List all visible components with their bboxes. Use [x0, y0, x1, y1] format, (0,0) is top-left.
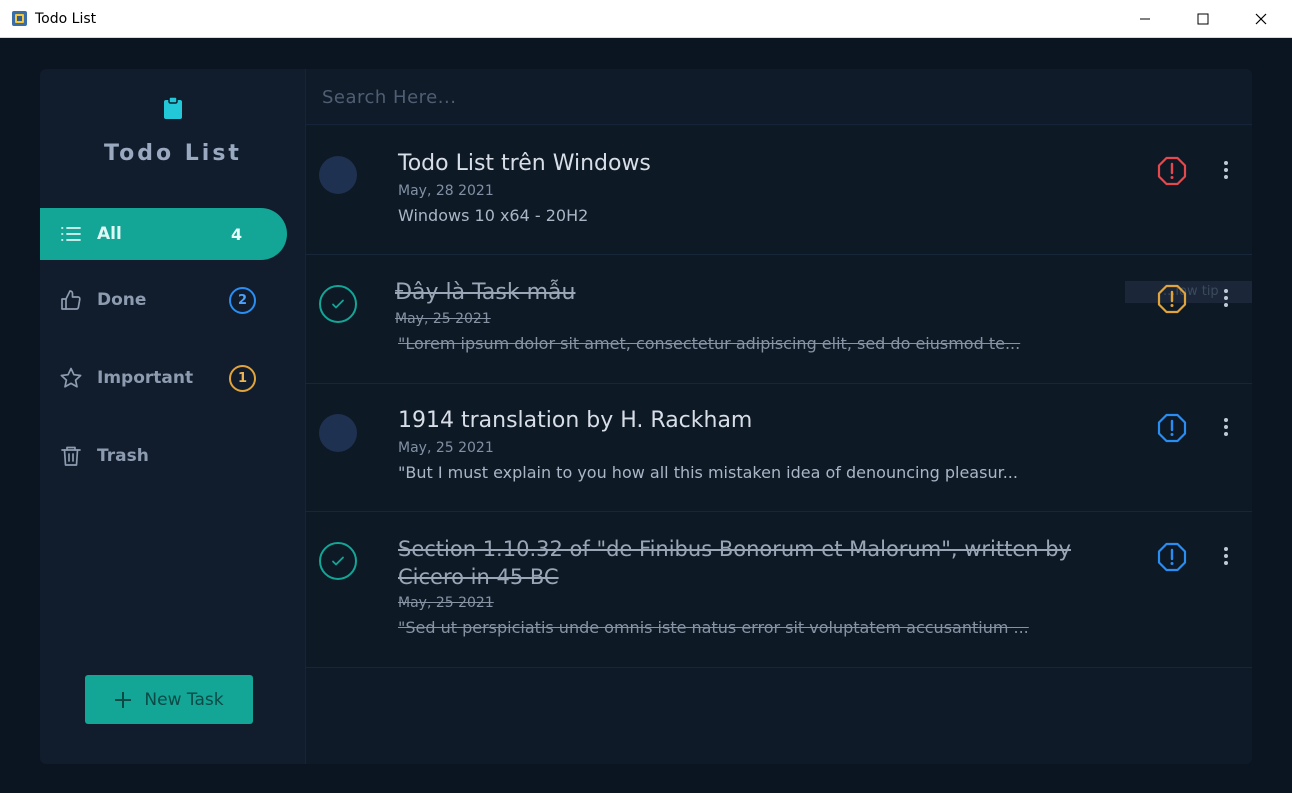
- task-more-menu[interactable]: [1218, 544, 1234, 568]
- task-more-menu[interactable]: [1218, 415, 1234, 439]
- task-item[interactable]: Section 1.10.32 of "de Finibus Bonorum e…: [306, 512, 1252, 668]
- task-title: Todo List trên Windows: [398, 151, 651, 176]
- task-title: Section 1.10.32 of "de Finibus Bonorum e…: [398, 537, 1071, 589]
- sidebar-item-trash[interactable]: Trash: [40, 430, 287, 482]
- task-title: Đây là Task mẫu: [395, 280, 576, 305]
- star-icon: [60, 367, 82, 388]
- close-button[interactable]: [1232, 0, 1290, 38]
- plus-icon: [115, 691, 132, 708]
- sidebar-item-label: Done: [97, 290, 147, 310]
- new-task-label: New Task: [144, 689, 224, 710]
- trash-icon: [61, 446, 81, 466]
- priority-alert-icon[interactable]: [1157, 284, 1187, 314]
- task-description: "Sed ut perspiciatis unde omnis iste nat…: [398, 618, 1029, 637]
- task-more-menu[interactable]: [1218, 158, 1234, 182]
- important-count-badge: 1: [229, 364, 256, 392]
- task-date: May, 25 2021: [398, 440, 494, 456]
- task-title: 1914 translation by H. Rackham: [398, 408, 753, 433]
- done-count-badge: 2: [229, 286, 256, 314]
- app-icon: [12, 11, 27, 26]
- sidebar-item-label: Trash: [97, 446, 149, 466]
- task-description: "Lorem ipsum dolor sit amet, consectetur…: [398, 334, 1021, 353]
- sidebar-item-all[interactable]: All 4: [40, 208, 287, 260]
- app-card: Todo List All 4 Done 2 Important 1 Trash…: [40, 69, 1252, 764]
- brand-title: Todo List: [104, 141, 242, 166]
- thumbs-up-icon: [61, 290, 81, 310]
- sidebar-item-label: Important: [97, 368, 194, 388]
- priority-alert-icon[interactable]: [1157, 542, 1187, 572]
- task-date: May, 25 2021: [398, 595, 494, 611]
- maximize-icon: [1197, 13, 1209, 25]
- search-input[interactable]: [322, 82, 1222, 112]
- sidebar-item-label: All: [97, 224, 122, 244]
- maximize-button[interactable]: [1174, 0, 1232, 38]
- task-date: May, 25 2021: [395, 311, 491, 327]
- task-item[interactable]: 1914 translation by H. Rackham May, 25 2…: [306, 384, 1252, 512]
- search-bar: [306, 69, 1252, 125]
- task-panel: Todo List trên Windows May, 28 2021 Wind…: [306, 69, 1252, 764]
- priority-alert-icon[interactable]: [1157, 413, 1187, 443]
- task-description: Windows 10 x64 - 20H2: [398, 206, 589, 225]
- list-icon: [61, 227, 81, 241]
- checkmark-icon: [332, 556, 344, 566]
- task-checkbox[interactable]: [319, 542, 357, 580]
- task-checkbox[interactable]: [319, 414, 357, 452]
- window-title: Todo List: [35, 11, 97, 27]
- task-more-menu[interactable]: [1218, 286, 1234, 310]
- task-checkbox[interactable]: [319, 156, 357, 194]
- priority-alert-icon[interactable]: [1157, 156, 1187, 186]
- minimize-icon: [1140, 18, 1150, 20]
- new-task-button[interactable]: New Task: [85, 675, 253, 724]
- sidebar-item-done[interactable]: Done 2: [40, 274, 287, 326]
- close-icon: [1255, 13, 1267, 25]
- task-description: "But I must explain to you how all this …: [398, 463, 1018, 482]
- clipboard-icon: [164, 96, 182, 119]
- window-titlebar: Todo List: [0, 0, 1292, 38]
- checkmark-icon: [332, 299, 344, 309]
- task-date: May, 28 2021: [398, 183, 494, 199]
- sidebar: Todo List All 4 Done 2 Important 1 Trash…: [40, 69, 306, 764]
- task-checkbox[interactable]: [319, 285, 357, 323]
- sidebar-item-count: 4: [231, 224, 243, 244]
- minimize-button[interactable]: [1116, 0, 1174, 38]
- task-item[interactable]: Todo List trên Windows May, 28 2021 Wind…: [306, 126, 1252, 255]
- task-item[interactable]: Đây là Task mẫu May, 25 2021 "Lorem ipsu…: [306, 255, 1252, 384]
- sidebar-item-important[interactable]: Important 1: [40, 352, 287, 404]
